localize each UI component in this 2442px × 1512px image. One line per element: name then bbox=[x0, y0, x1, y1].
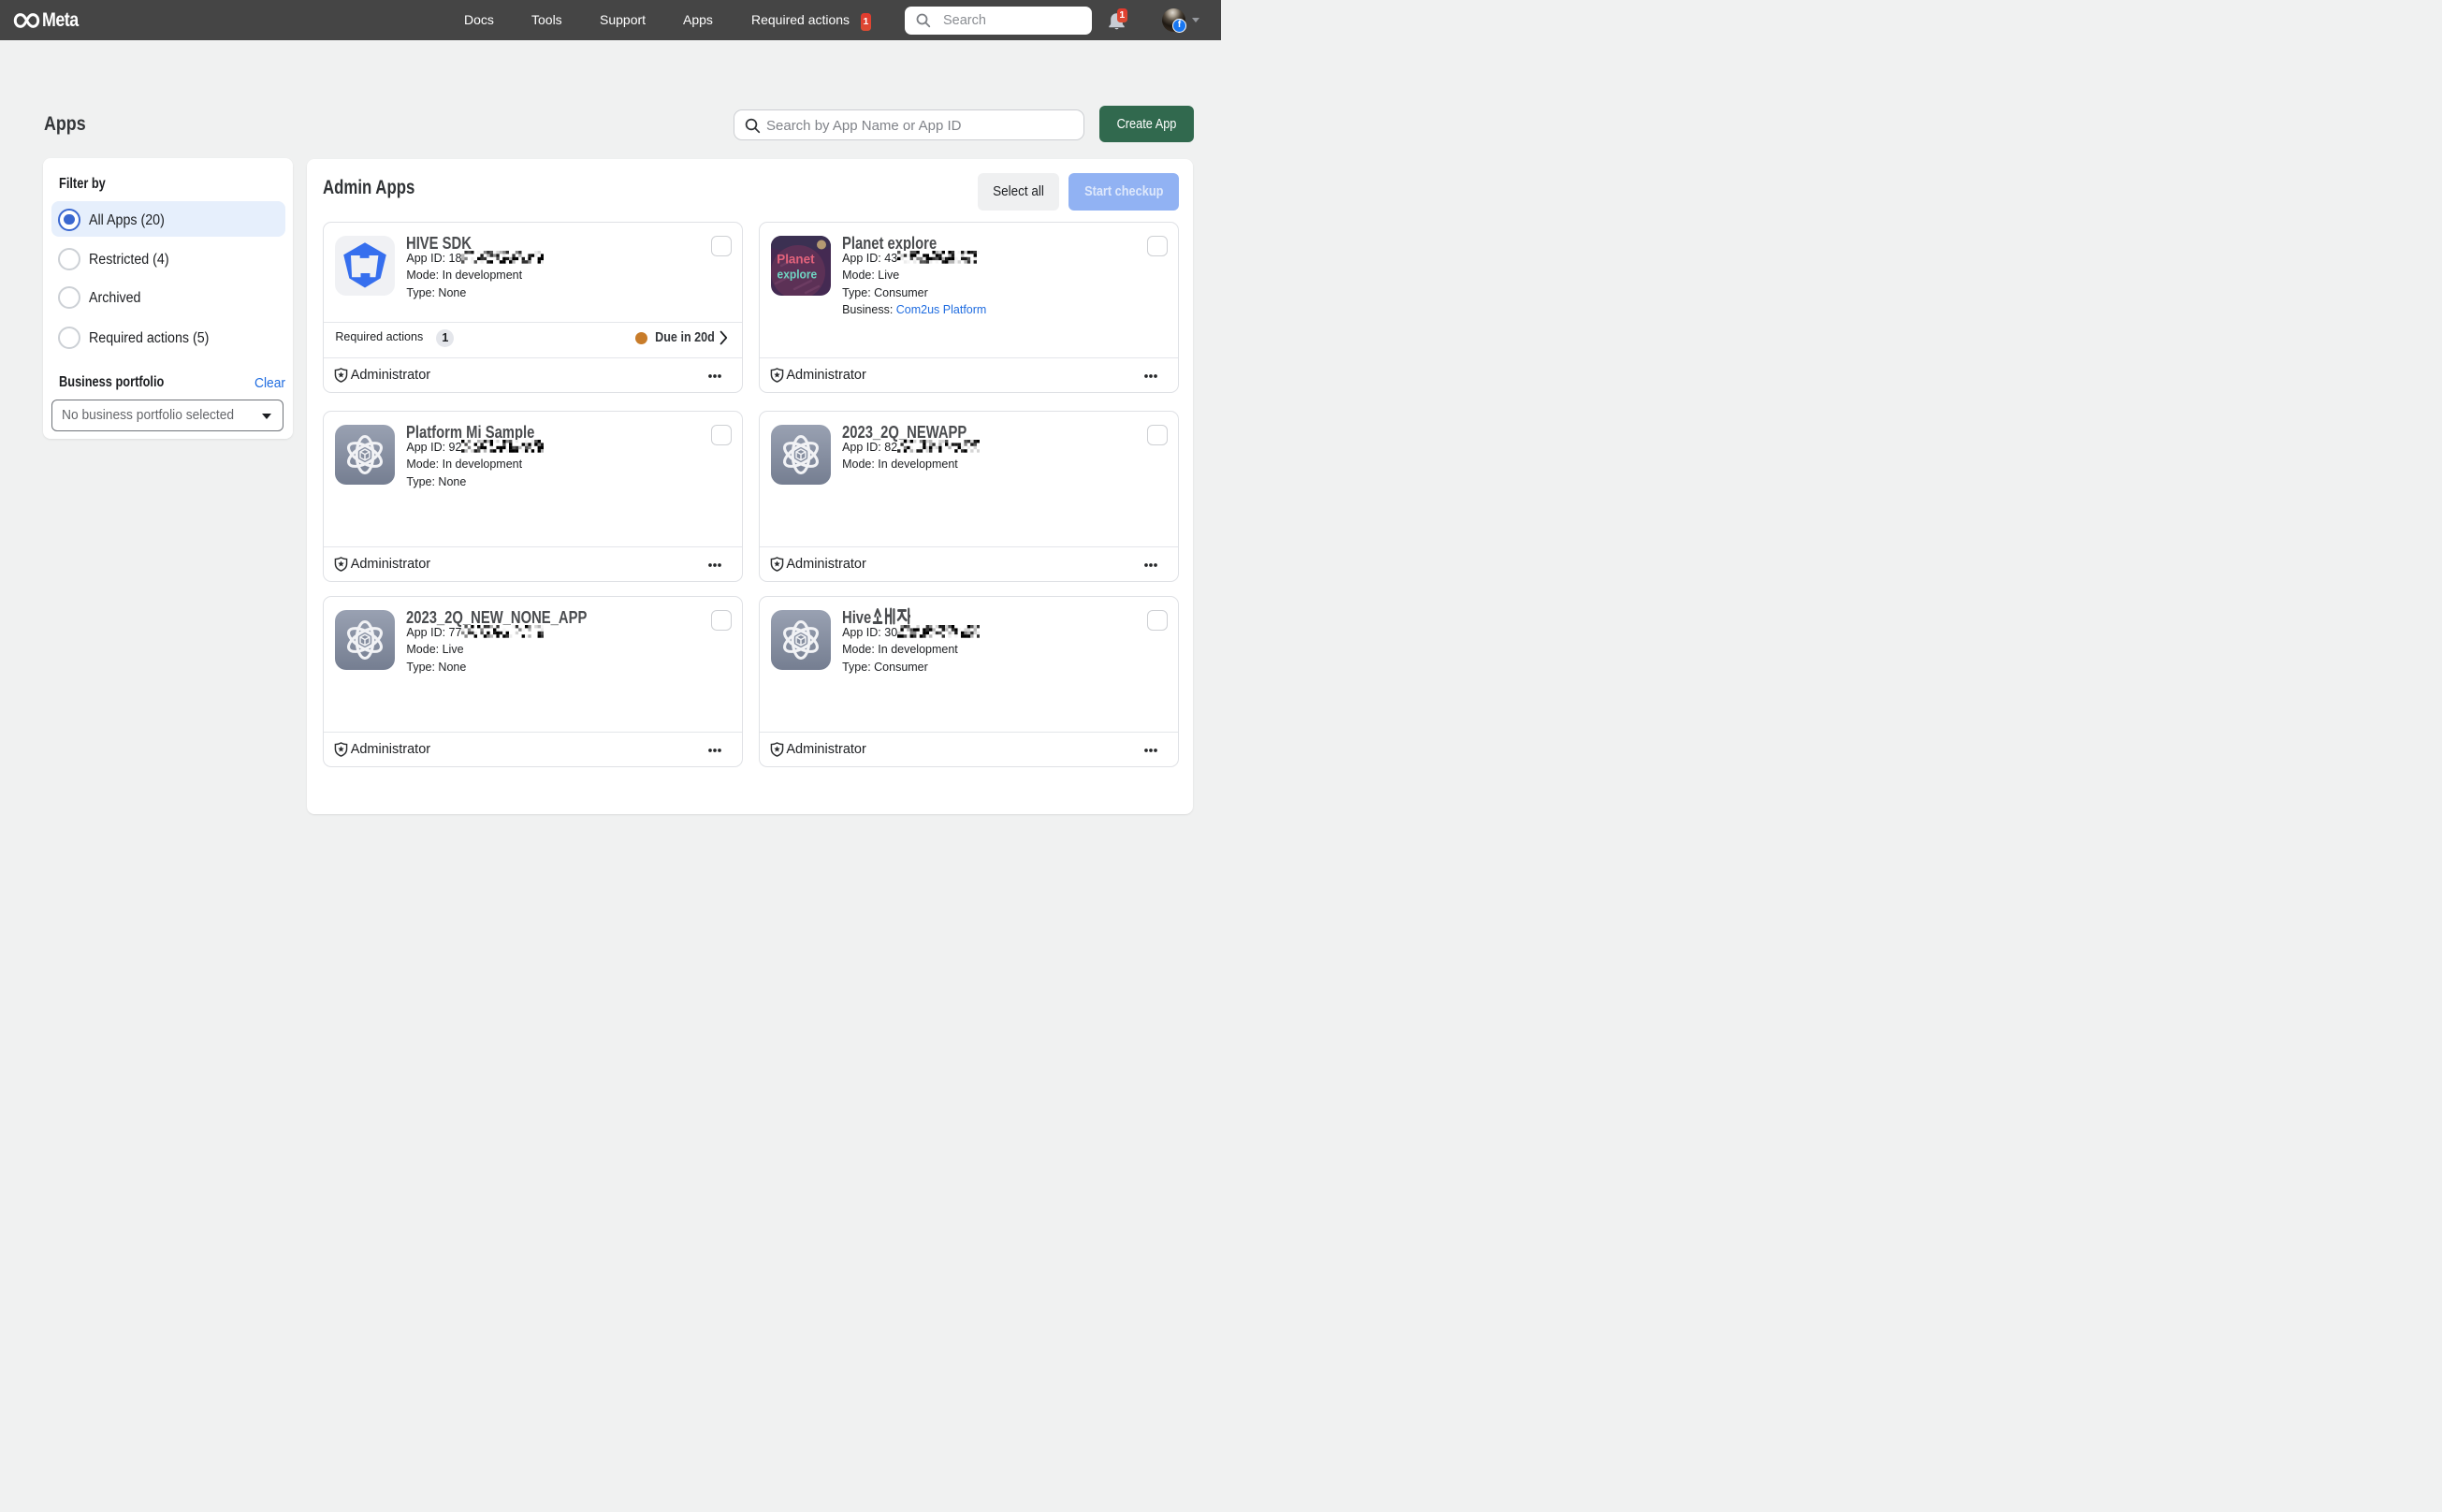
svg-text:Planet: Planet bbox=[777, 252, 815, 266]
svg-text:explore: explore bbox=[778, 268, 818, 281]
